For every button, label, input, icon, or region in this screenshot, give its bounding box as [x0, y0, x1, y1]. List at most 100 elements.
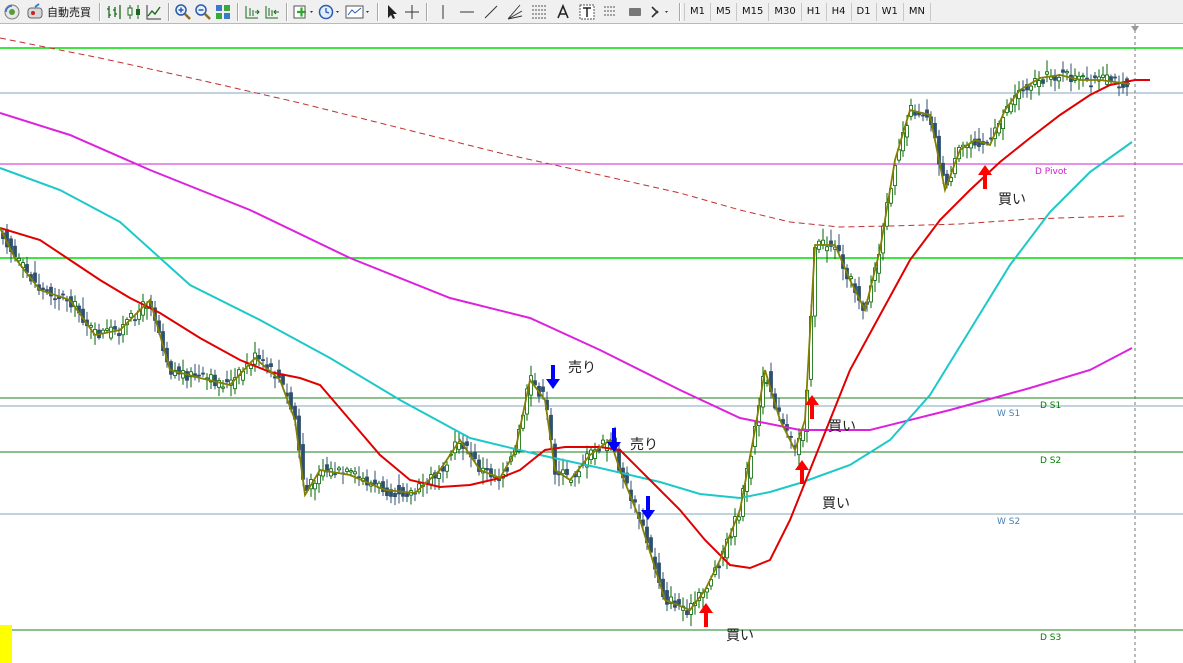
zoom-in-icon[interactable]: [173, 2, 193, 22]
candle-body: [129, 312, 133, 318]
vertical-line-icon[interactable]: [431, 2, 455, 22]
buy-arrow-icon: [978, 165, 992, 189]
crosshair-icon[interactable]: [402, 2, 422, 22]
text-label-icon[interactable]: [575, 2, 599, 22]
periods-clock-icon[interactable]: [317, 2, 343, 22]
fibonacci-retracement-icon[interactable]: [527, 2, 551, 22]
horizontal-line-icon[interactable]: [455, 2, 479, 22]
candle-body: [1049, 76, 1053, 80]
sell-signal-label: 売り: [630, 437, 658, 453]
candle-body: [197, 374, 201, 377]
bar-chart-icon[interactable]: [104, 2, 124, 22]
candle-body: [1093, 75, 1097, 79]
toolbar-separator: [237, 3, 238, 21]
candle-body: [905, 125, 909, 138]
candle-body: [345, 468, 349, 472]
toolbar-separator: [286, 3, 287, 21]
candle-body: [445, 464, 449, 472]
timeframe-m15[interactable]: M15: [737, 3, 770, 21]
candle-body: [1081, 75, 1085, 78]
candle-body: [565, 468, 569, 475]
candle-body: [185, 371, 189, 381]
timeframe-m5[interactable]: M5: [711, 3, 737, 21]
arrows-menu-icon[interactable]: [647, 2, 675, 22]
long-moving-average-line: [0, 37, 1126, 228]
candle-body: [665, 590, 669, 605]
signal-icon[interactable]: [2, 2, 22, 22]
candle-body: [133, 319, 137, 322]
candle-body: [717, 565, 721, 569]
candlestick-icon[interactable]: [124, 2, 144, 22]
timeframe-w1[interactable]: W1: [877, 3, 904, 21]
candle-body: [485, 467, 489, 471]
level-label-d-pivot: D Pivot: [1035, 167, 1067, 177]
level-label-d-s2: D S2: [1040, 456, 1061, 466]
auto-scroll-icon[interactable]: [262, 2, 282, 22]
candle-body: [913, 111, 917, 116]
candle-body: [1045, 71, 1049, 75]
buy-signal-label: 買い: [828, 419, 856, 435]
timeframe-h4[interactable]: H4: [827, 3, 852, 21]
magenta-moving-average-line: [0, 112, 1133, 431]
timeframe-bar: M1 M5 M15 M30 H1 H4 D1 W1 MN: [684, 3, 931, 21]
templates-icon[interactable]: [343, 2, 373, 22]
tile-windows-icon[interactable]: [213, 2, 233, 22]
candle-body: [269, 363, 273, 368]
text-icon[interactable]: [551, 2, 575, 22]
chart-shift-icon[interactable]: [242, 2, 262, 22]
candle-body: [313, 482, 317, 490]
candle-body: [1089, 85, 1093, 88]
candle-body: [1085, 77, 1089, 80]
line-chart-icon[interactable]: [144, 2, 164, 22]
candle-body: [353, 471, 357, 475]
candle-body: [921, 114, 925, 117]
candle-body: [541, 386, 545, 392]
candle-body: [1009, 103, 1013, 113]
candle-body: [105, 328, 109, 331]
candle-body: [465, 441, 469, 446]
auto-trading-button[interactable]: 自動売買: [22, 2, 95, 22]
buy-signal-label: 買い: [822, 496, 850, 512]
timeframe-m1[interactable]: M1: [684, 3, 711, 21]
candle-body: [1061, 69, 1065, 73]
candle-body: [225, 379, 229, 383]
candle-body: [221, 386, 225, 389]
candle-body: [821, 239, 825, 245]
toolbar-separator: [99, 3, 100, 21]
candle-body: [317, 474, 321, 485]
rectangle-icon[interactable]: [623, 2, 647, 22]
fibonacci-fan-icon[interactable]: [503, 2, 527, 22]
candle-body: [373, 479, 377, 485]
indicators-icon[interactable]: [291, 2, 317, 22]
candle-body: [677, 599, 681, 605]
toolbar-separator: [426, 3, 427, 21]
buy-signal-label: 買い: [998, 192, 1026, 208]
timeframe-mn[interactable]: MN: [904, 3, 931, 21]
buy-signal-label: 買い: [726, 628, 754, 644]
equidistant-channel-icon[interactable]: [599, 2, 623, 22]
zoom-out-icon[interactable]: [193, 2, 213, 22]
candle-body: [349, 470, 353, 473]
candle-body: [473, 451, 477, 459]
level-lines: [0, 47, 1183, 631]
candle-body: [1101, 74, 1105, 78]
candle-body: [437, 472, 441, 479]
candle-body: [1105, 74, 1109, 85]
candle-body: [1021, 89, 1025, 92]
candle-body: [337, 467, 341, 471]
selection-marker: [0, 625, 12, 663]
candle-body: [577, 471, 581, 478]
timeframe-d1[interactable]: D1: [852, 3, 877, 21]
cursor-icon[interactable]: [382, 2, 402, 22]
trendline-icon[interactable]: [479, 2, 503, 22]
price-chart[interactable]: D PivotW S1D S1D S2W S2D S3売り売り買い買い買い買い: [0, 24, 1183, 663]
candle-body: [41, 287, 45, 291]
level-label-d-s1: D S1: [1040, 401, 1061, 411]
timeframe-h1[interactable]: H1: [802, 3, 827, 21]
trade-signals: 売り売り買い買い買い買い: [546, 165, 1026, 644]
candle-body: [53, 298, 57, 301]
candle-body: [117, 333, 121, 337]
candle-body: [261, 359, 265, 362]
timeframe-m30[interactable]: M30: [769, 3, 802, 21]
auto-trading-icon: [26, 3, 44, 21]
